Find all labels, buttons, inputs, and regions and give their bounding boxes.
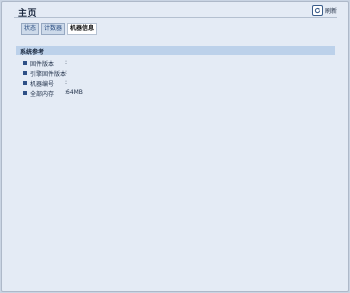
- row-colon: :: [65, 69, 68, 76]
- info-row-total-memory: 全部内存 : 64MB: [22, 88, 322, 98]
- square-bullet-icon: [23, 91, 27, 95]
- row-value: 64MB: [66, 89, 83, 96]
- main-panel: 主页 刷新 状态 计数器 机器信息 系统参考 固件版本 : 引擎固件版本: 机…: [1, 1, 349, 292]
- row-colon: :: [65, 79, 68, 86]
- info-list: 固件版本 : 引擎固件版本 : 机器编号 : 全部内存 : 64MB: [22, 58, 322, 98]
- tab-counter[interactable]: 计数器: [41, 23, 66, 35]
- header-divider: [14, 17, 337, 18]
- tab-machine-info[interactable]: 机器信息: [67, 23, 98, 35]
- row-label: 全部内存: [30, 91, 55, 98]
- square-bullet-icon: [23, 81, 27, 85]
- tab-bar: 状态 计数器 机器信息: [21, 23, 98, 35]
- info-row-firmware-version: 固件版本 :: [22, 58, 322, 68]
- square-bullet-icon: [23, 61, 27, 65]
- refresh-label[interactable]: 刷新: [325, 6, 337, 15]
- info-row-engine-firmware-version: 引擎固件版本 :: [22, 68, 322, 78]
- section-header: 系统参考: [16, 46, 335, 56]
- row-label: 固件版本: [30, 61, 55, 68]
- tab-status[interactable]: 状态: [21, 23, 40, 35]
- info-row-machine-number: 机器编号 :: [22, 78, 322, 88]
- square-bullet-icon: [23, 71, 27, 75]
- refresh-button[interactable]: 刷新: [311, 5, 337, 16]
- section-title: 系统参考: [20, 49, 45, 56]
- row-label: 机器编号: [30, 81, 55, 88]
- row-label: 引擎固件版本: [30, 71, 67, 78]
- row-colon: :: [65, 59, 68, 66]
- refresh-icon[interactable]: [311, 5, 323, 16]
